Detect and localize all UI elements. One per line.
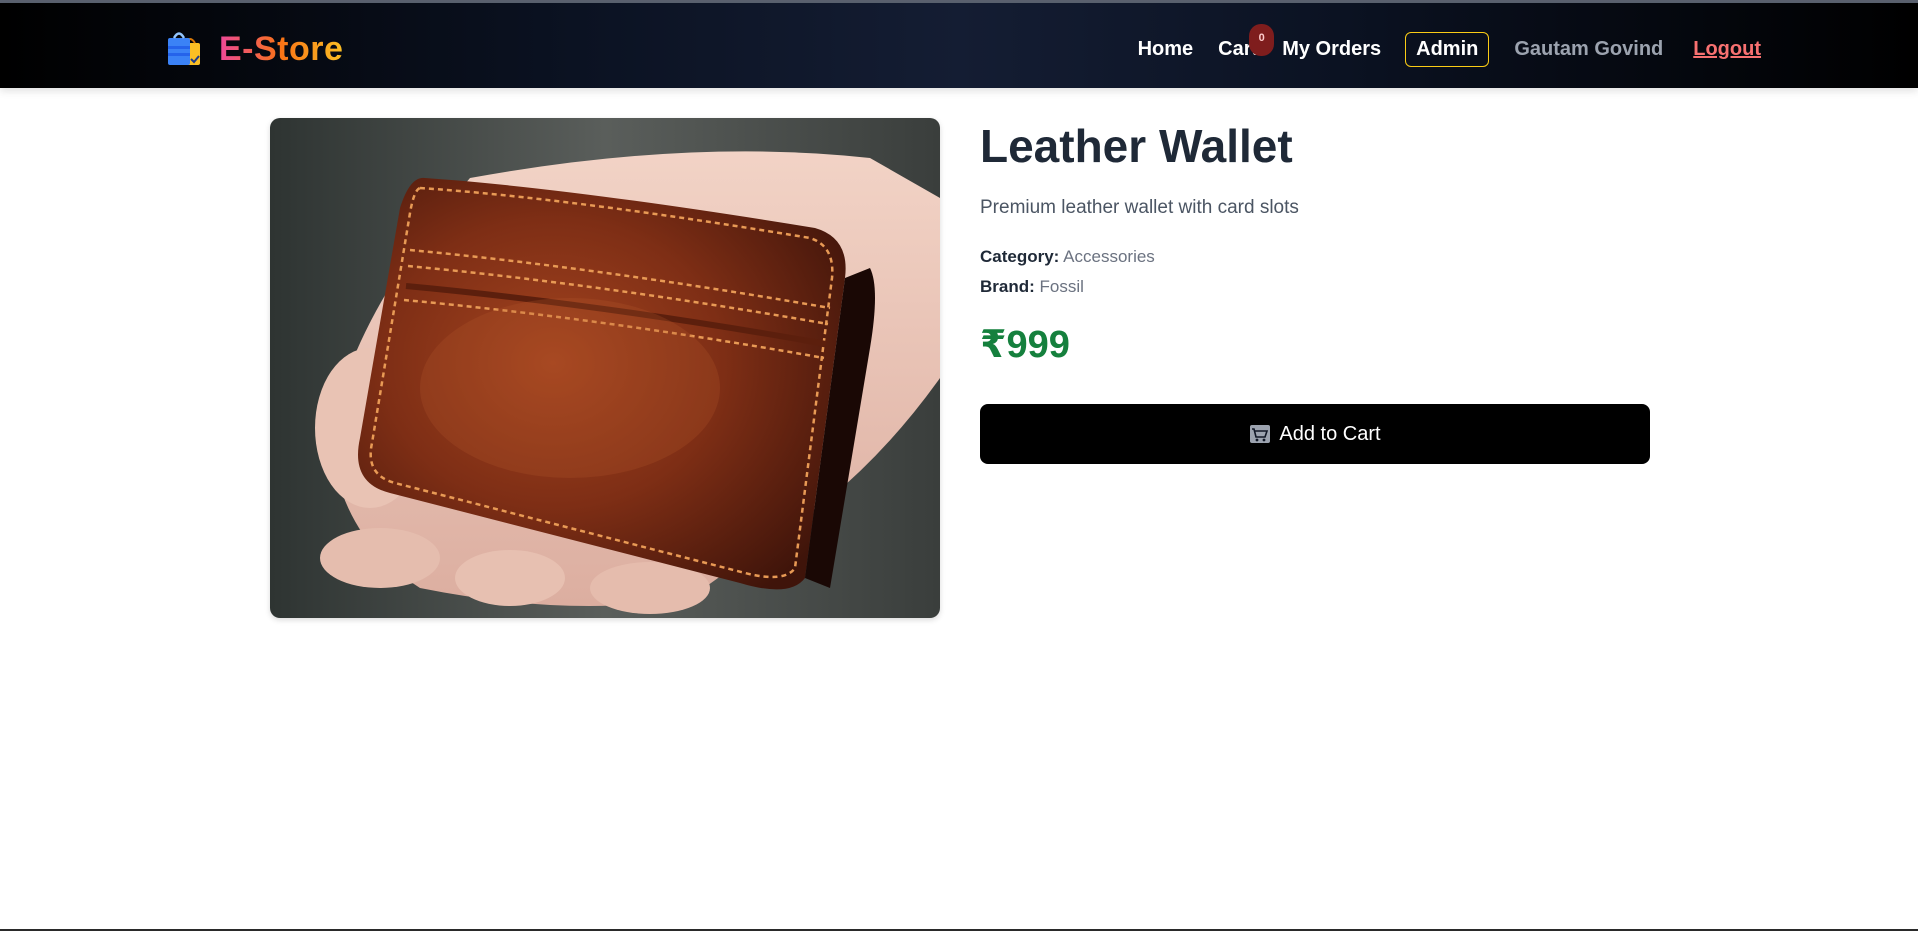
category-label: Category:	[980, 247, 1060, 266]
nav-links: Home Cart 0 My Orders Admin Gautam Govin…	[1138, 23, 1761, 69]
brand-label: Brand:	[980, 277, 1035, 296]
nav-my-orders-link[interactable]: My Orders	[1282, 38, 1381, 61]
product-price: ₹999	[980, 324, 1070, 366]
add-to-cart-label: Add to Cart	[1279, 422, 1381, 445]
product-brand-row: Brand: Fossil	[980, 272, 1650, 302]
category-value: Accessories	[1063, 247, 1155, 266]
product-category-row: Category: Accessories	[980, 242, 1650, 272]
product-meta: Category: Accessories Brand: Fossil	[980, 242, 1650, 302]
cart-count-badge: 0	[1249, 23, 1275, 56]
product-title: Leather Wallet	[980, 120, 1293, 172]
product-details: Leather Wallet Premium leather wallet wi…	[980, 118, 1650, 464]
product-image	[270, 118, 940, 618]
brand-value: Fossil	[1039, 277, 1084, 296]
nav-cart: Cart 0	[1218, 23, 1275, 61]
wallet-photo	[270, 118, 940, 618]
product-description: Premium leather wallet with card slots	[980, 197, 1299, 218]
add-to-cart-button[interactable]: Add to Cart	[980, 404, 1650, 464]
navbar: E-Store Home Cart 0 My Orders Admin Gaut…	[0, 3, 1918, 88]
shopping-cart-icon	[1250, 425, 1271, 443]
logout-link[interactable]: Logout	[1693, 38, 1761, 61]
shopping-bags-icon	[168, 32, 200, 65]
brand-logo[interactable]: E-Store	[165, 29, 343, 69]
admin-button[interactable]: Admin	[1405, 31, 1490, 67]
user-name: Gautam Govind	[1514, 37, 1664, 60]
brand-name: E-Store	[219, 29, 344, 68]
nav-home-link[interactable]: Home	[1138, 38, 1194, 61]
